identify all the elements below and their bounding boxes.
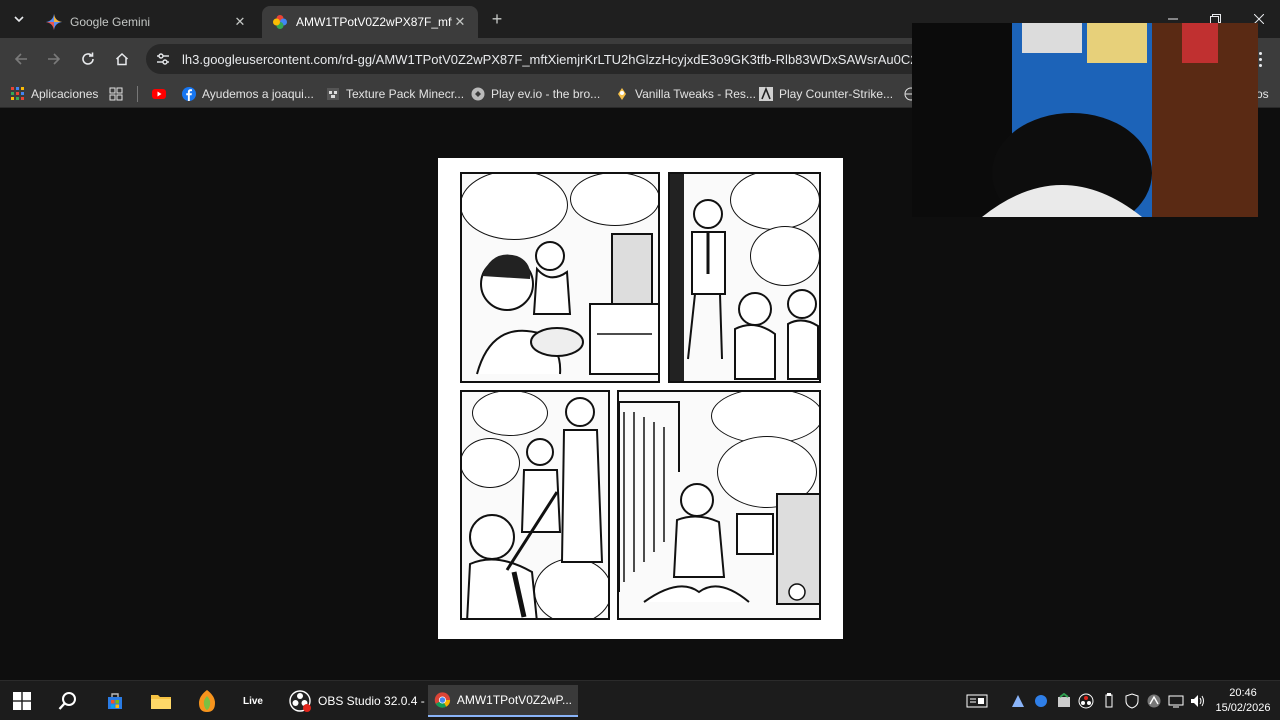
apps-grid-icon xyxy=(11,87,24,100)
counter-strike-icon xyxy=(759,87,773,101)
taskbar-store[interactable] xyxy=(103,689,127,713)
grid-icon xyxy=(109,87,123,101)
taskbar-fl-studio[interactable] xyxy=(195,689,219,713)
tray-volume-icon[interactable] xyxy=(1190,693,1206,709)
forward-button[interactable] xyxy=(42,47,66,71)
bookmark-separator xyxy=(137,86,138,102)
bookmark-label: Ayudemos a joaqui... xyxy=(202,87,314,101)
comic-drawing xyxy=(670,174,819,381)
bookmark-label: Vanilla Tweaks - Res... xyxy=(635,87,756,101)
tray-security-icon[interactable] xyxy=(1124,693,1140,709)
taskbar-app-label: AMW1TPotV0Z2wP... xyxy=(456,693,572,707)
minecraft-icon xyxy=(327,88,339,100)
comic-panel-3 xyxy=(460,390,610,620)
search-icon xyxy=(58,692,76,710)
tab-google-gemini[interactable]: Google Gemini ✕ xyxy=(36,6,258,38)
obs-icon xyxy=(289,690,311,712)
gemini-icon xyxy=(46,14,62,30)
taskbar-search-button[interactable] xyxy=(56,689,80,713)
microsoft-store-icon xyxy=(108,693,122,709)
bookmark-evio[interactable]: Play ev.io - the bro... xyxy=(471,84,600,104)
youtube-icon xyxy=(152,89,166,99)
vanilla-tweaks-icon xyxy=(618,88,626,100)
comic-panel-4 xyxy=(617,390,821,620)
taskbar-app-label: OBS Studio 32.0.4 - ... xyxy=(318,694,439,708)
comic-drawing xyxy=(619,401,819,605)
facebook-icon xyxy=(182,87,196,101)
tray-usb-icon[interactable] xyxy=(1101,693,1117,709)
tab-title: Google Gemini xyxy=(70,15,151,29)
chrome-icon xyxy=(434,692,451,708)
bookmark-grid[interactable] xyxy=(109,84,129,104)
bookmark-label: Texture Pack Minecr... xyxy=(346,87,465,101)
new-tab-button[interactable]: + xyxy=(486,8,508,30)
arrow-left-icon xyxy=(14,53,27,65)
tray-app-icon[interactable] xyxy=(1010,693,1026,709)
tab-search-button[interactable] xyxy=(8,8,30,30)
bookmark-ayudemos[interactable]: Ayudemos a joaqui... xyxy=(182,84,314,104)
comic-page-image xyxy=(438,158,843,639)
windows-start-icon xyxy=(13,692,31,710)
webcam-overlay xyxy=(912,23,1258,217)
bookmark-label: Play ev.io - the bro... xyxy=(491,87,601,101)
tray-network-icon[interactable] xyxy=(1168,693,1184,709)
windows-taskbar: Live OBS Studio 32.0.4 - ... AMW1TPotV0Z… xyxy=(0,680,1280,720)
bookmark-vanilla-tweaks[interactable]: Vanilla Tweaks - Res... xyxy=(615,84,756,104)
tab-title: AMW1TPotV0Z2wPX87F_mftXiem xyxy=(296,15,452,29)
arrow-right-icon xyxy=(48,53,61,65)
start-button[interactable] xyxy=(10,689,34,713)
comic-panel-2 xyxy=(668,172,821,383)
webcam-feed xyxy=(912,23,1258,217)
site-info-icon[interactable] xyxy=(154,50,172,68)
bookmark-texture-pack[interactable]: Texture Pack Minecr... xyxy=(326,84,464,104)
home-icon xyxy=(115,52,129,66)
google-photos-icon xyxy=(273,15,287,29)
home-button[interactable] xyxy=(110,47,134,71)
chevron-down-icon xyxy=(14,16,24,23)
plus-icon: + xyxy=(491,8,503,29)
tray-sync-icon[interactable] xyxy=(1033,693,1049,709)
fl-studio-icon xyxy=(199,690,215,712)
comic-drawing xyxy=(476,233,658,375)
close-icon[interactable]: ✕ xyxy=(452,14,468,30)
bookmark-youtube[interactable] xyxy=(152,84,172,104)
comic-drawing xyxy=(466,397,604,618)
taskbar-live[interactable]: Live xyxy=(241,689,265,713)
clock-time: 20:46 xyxy=(1229,687,1257,699)
url-text[interactable]: lh3.googleusercontent.com/rd-gg/AMW1TPot… xyxy=(182,52,927,67)
live-icon: Live xyxy=(242,695,263,707)
tray-news-icon[interactable] xyxy=(966,693,988,709)
taskbar-app-chrome[interactable]: AMW1TPotV0Z2wP... xyxy=(428,685,578,717)
bookmark-label: Play Counter-Strike... xyxy=(779,87,894,101)
speech-bubble xyxy=(570,174,658,226)
evio-icon xyxy=(471,87,485,101)
taskbar-file-explorer[interactable] xyxy=(149,689,173,713)
taskbar-app-obs[interactable]: OBS Studio 32.0.4 - ... xyxy=(282,685,444,717)
tab-image[interactable]: AMW1TPotV0Z2wPX87F_mftXiem ✕ xyxy=(262,6,478,38)
close-icon[interactable]: ✕ xyxy=(232,14,248,30)
taskbar-clock[interactable]: 20:46 15/02/2026 xyxy=(1212,686,1274,716)
reload-icon xyxy=(82,52,94,65)
reload-button[interactable] xyxy=(76,47,100,71)
bookmark-apps[interactable]: Aplicaciones xyxy=(11,84,98,104)
tray-dropbox-icon[interactable] xyxy=(1056,693,1072,709)
back-button[interactable] xyxy=(9,47,33,71)
bookmark-counter-strike[interactable]: Play Counter-Strike... xyxy=(759,84,893,104)
bookmark-label: Aplicaciones xyxy=(31,87,99,101)
comic-panel-1 xyxy=(460,172,660,383)
file-explorer-icon xyxy=(151,695,171,709)
tray-obs-icon[interactable] xyxy=(1078,693,1094,709)
tray-vpn-icon[interactable] xyxy=(1146,693,1162,709)
clock-date: 15/02/2026 xyxy=(1215,702,1271,714)
